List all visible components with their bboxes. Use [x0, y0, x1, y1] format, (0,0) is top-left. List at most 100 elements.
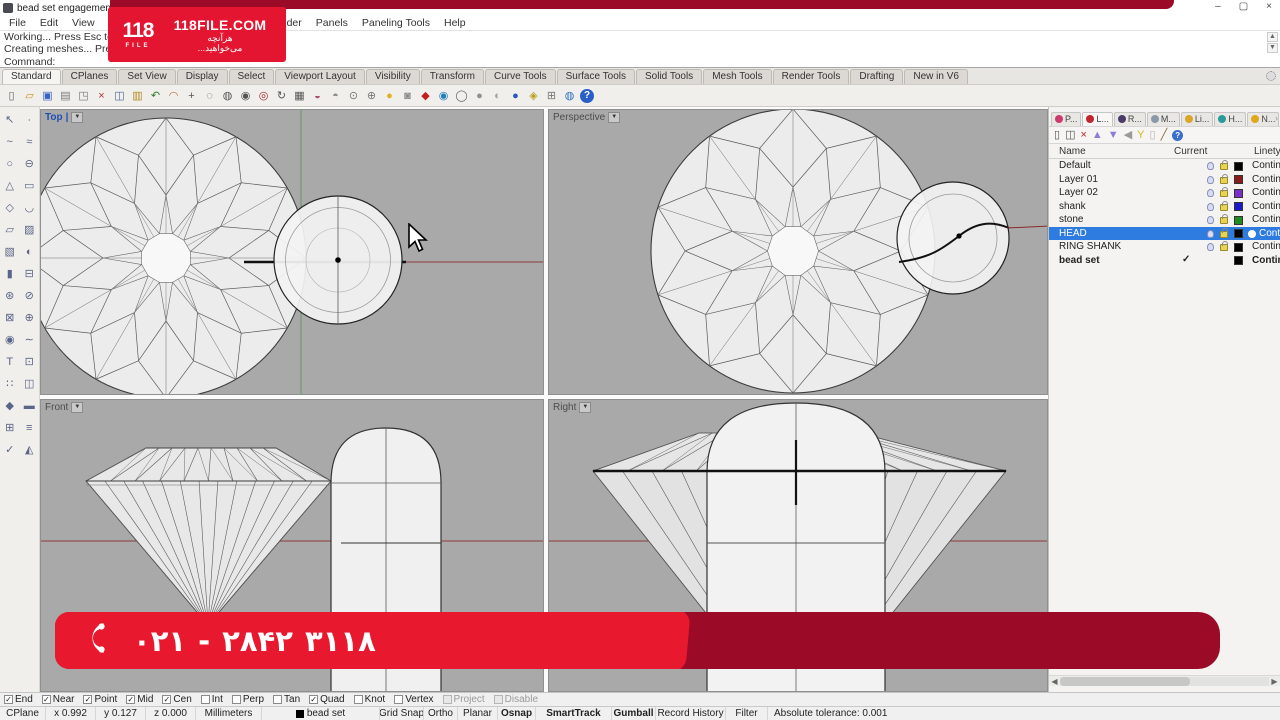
tab-curve-tools[interactable]: Curve Tools	[485, 69, 556, 84]
osnap-int[interactable]: Int	[201, 694, 223, 705]
viewport-right-label[interactable]: Right ▼	[553, 402, 591, 413]
cut-icon[interactable]: ×	[93, 87, 110, 104]
checkbox-mid[interactable]: ✓	[126, 695, 135, 704]
layer-unlocked-icon[interactable]	[1220, 244, 1228, 251]
open-file-icon[interactable]: ▱	[21, 87, 38, 104]
move-up-icon[interactable]: ▲	[1092, 130, 1103, 141]
array-tool-icon[interactable]: ∷	[0, 373, 20, 394]
layer-on-bulb-icon[interactable]	[1207, 203, 1214, 211]
layer-row-stone[interactable]: stoneContinuous	[1049, 213, 1280, 227]
grid-array-tool-icon[interactable]: ⊞	[0, 417, 20, 438]
arc-tool-icon[interactable]: ◡	[20, 197, 40, 218]
status-smarttrack[interactable]: SmartTrack	[536, 707, 612, 720]
checkbox-quad[interactable]: ✓	[309, 695, 318, 704]
osnap-cen[interactable]: ✓Cen	[162, 694, 191, 705]
tab-cplanes[interactable]: CPlanes	[62, 69, 118, 84]
osnap-toggle-icon[interactable]: ⊙	[345, 87, 362, 104]
layer-unlocked-icon[interactable]	[1220, 163, 1228, 170]
layer-tools-icon[interactable]: ╱	[1161, 130, 1168, 141]
layer-unlocked-icon[interactable]	[1220, 217, 1228, 224]
surface-tool-icon[interactable]: ▱	[0, 219, 20, 240]
scroll-up-icon[interactable]: ▲	[1267, 32, 1278, 42]
layer-on-bulb-icon[interactable]	[1207, 243, 1214, 251]
zoom-dynamic-icon[interactable]: ◌	[201, 87, 218, 104]
trim-tool-icon[interactable]: ⊘	[20, 285, 40, 306]
osnap-near[interactable]: ✓Near	[42, 694, 75, 705]
layer-row-bead-set[interactable]: bead set✓Continuous	[1049, 254, 1280, 268]
tab-surface-tools[interactable]: Surface Tools	[557, 69, 635, 84]
layer-on-bulb-icon[interactable]	[1207, 189, 1214, 197]
layer-row-layer-02[interactable]: Layer 02Continuous	[1049, 186, 1280, 200]
layer-color-swatch[interactable]	[1234, 229, 1243, 238]
osnap-point[interactable]: ✓Point	[83, 694, 117, 705]
hide-objects-icon[interactable]: ◒	[309, 87, 326, 104]
layers-hscrollbar[interactable]: ◀ ▶	[1049, 675, 1280, 686]
select-arrow-icon[interactable]: ↖	[0, 109, 20, 130]
earth-render-icon[interactable]: ◍	[561, 87, 578, 104]
checkbox-knot[interactable]	[354, 695, 363, 704]
layer-color-swatch[interactable]	[1234, 175, 1243, 184]
menu-panels[interactable]: Panels	[309, 17, 355, 29]
new-file-icon[interactable]: ▯	[3, 87, 20, 104]
save-icon[interactable]: ▣	[39, 87, 56, 104]
collapse-icon[interactable]: ◀	[1124, 130, 1132, 141]
polygon-tool-icon[interactable]: ◇	[0, 197, 20, 218]
command-scrollbar[interactable]: ▲ ▼	[1266, 32, 1279, 68]
chevron-down-icon[interactable]: ▼	[608, 112, 620, 123]
layer-row-ring-shank[interactable]: RING SHANKContinuous	[1049, 240, 1280, 254]
curve-edit-icon[interactable]: ≈	[20, 131, 40, 152]
layer-on-bulb-icon[interactable]	[1207, 176, 1214, 184]
viewport-top[interactable]: Top| ▼	[40, 109, 544, 395]
osnap-end[interactable]: ✓End	[4, 694, 33, 705]
rectangle-tool-icon[interactable]: ▭	[20, 175, 40, 196]
extrude-tool-icon[interactable]: ⊟	[20, 263, 40, 284]
copy-tool-icon[interactable]: ◫	[20, 373, 40, 394]
layer-color-swatch[interactable]	[1234, 216, 1243, 225]
filter-icon[interactable]: Y	[1137, 130, 1144, 141]
undo-icon[interactable]: ↶	[147, 87, 164, 104]
viewport-layout-icon[interactable]: ▦	[291, 87, 308, 104]
panel-tab-help[interactable]: H...	[1214, 112, 1246, 126]
layer-unlocked-icon[interactable]	[1220, 204, 1228, 211]
layer-unlocked-icon[interactable]	[1220, 231, 1228, 238]
rotate-view-icon[interactable]: ↻	[273, 87, 290, 104]
box-tool-icon[interactable]: ▧	[0, 241, 20, 262]
checkbox-near[interactable]: ✓	[42, 695, 51, 704]
osnap-perp[interactable]: Perp	[232, 694, 264, 705]
explode-tool-icon[interactable]: ⊛	[0, 285, 20, 306]
menu-help[interactable]: Help	[437, 17, 473, 29]
status-grid-snap[interactable]: Grid Snap	[380, 707, 424, 720]
panel-tab-libraries[interactable]: Li...	[1181, 112, 1214, 126]
panel-tab-layers[interactable]: L...	[1082, 112, 1113, 126]
flatten-tool-icon[interactable]: ▬	[20, 395, 40, 416]
tab-visibility[interactable]: Visibility	[366, 69, 420, 84]
new-sublayer-icon[interactable]: ◫	[1065, 130, 1075, 141]
record-history-icon[interactable]: ⊕	[363, 87, 380, 104]
layer-unlocked-icon[interactable]	[1220, 190, 1228, 197]
menu-edit[interactable]: Edit	[33, 17, 65, 29]
viewport-top-label[interactable]: Top| ▼	[45, 112, 83, 123]
wireframe-display-icon[interactable]: ◯	[453, 87, 470, 104]
checkbox-perp[interactable]	[232, 695, 241, 704]
scroll-right-icon[interactable]: ▶	[1269, 677, 1280, 686]
tab-render-tools[interactable]: Render Tools	[773, 69, 850, 84]
shaded-display-icon[interactable]: ●	[471, 87, 488, 104]
move-icon[interactable]: +	[183, 87, 200, 104]
layer-on-bulb-icon[interactable]	[1207, 230, 1214, 238]
zoom-window-icon[interactable]: ◍	[219, 87, 236, 104]
tab-select[interactable]: Select	[229, 69, 275, 84]
layer-on-bulb-icon[interactable]	[1207, 162, 1214, 170]
scroll-left-icon[interactable]: ◀	[1049, 677, 1060, 686]
osnap-knot[interactable]: Knot	[354, 694, 386, 705]
layer-row-default[interactable]: DefaultContinuous	[1049, 159, 1280, 173]
osnap-mid[interactable]: ✓Mid	[126, 694, 153, 705]
paste-icon[interactable]: ▥	[129, 87, 146, 104]
panel-tab-rendering[interactable]: R...	[1114, 112, 1146, 126]
ghosted-display-icon[interactable]: ◐	[489, 87, 506, 104]
layer-color-swatch[interactable]	[1234, 243, 1243, 252]
fillet-tool-icon[interactable]: ◉	[0, 329, 20, 350]
osnap-quad[interactable]: ✓Quad	[309, 694, 344, 705]
panel-help-icon[interactable]: ?	[1172, 130, 1183, 141]
layer-unlocked-icon[interactable]	[1220, 177, 1228, 184]
layer-row-shank[interactable]: shankContinuous	[1049, 200, 1280, 214]
